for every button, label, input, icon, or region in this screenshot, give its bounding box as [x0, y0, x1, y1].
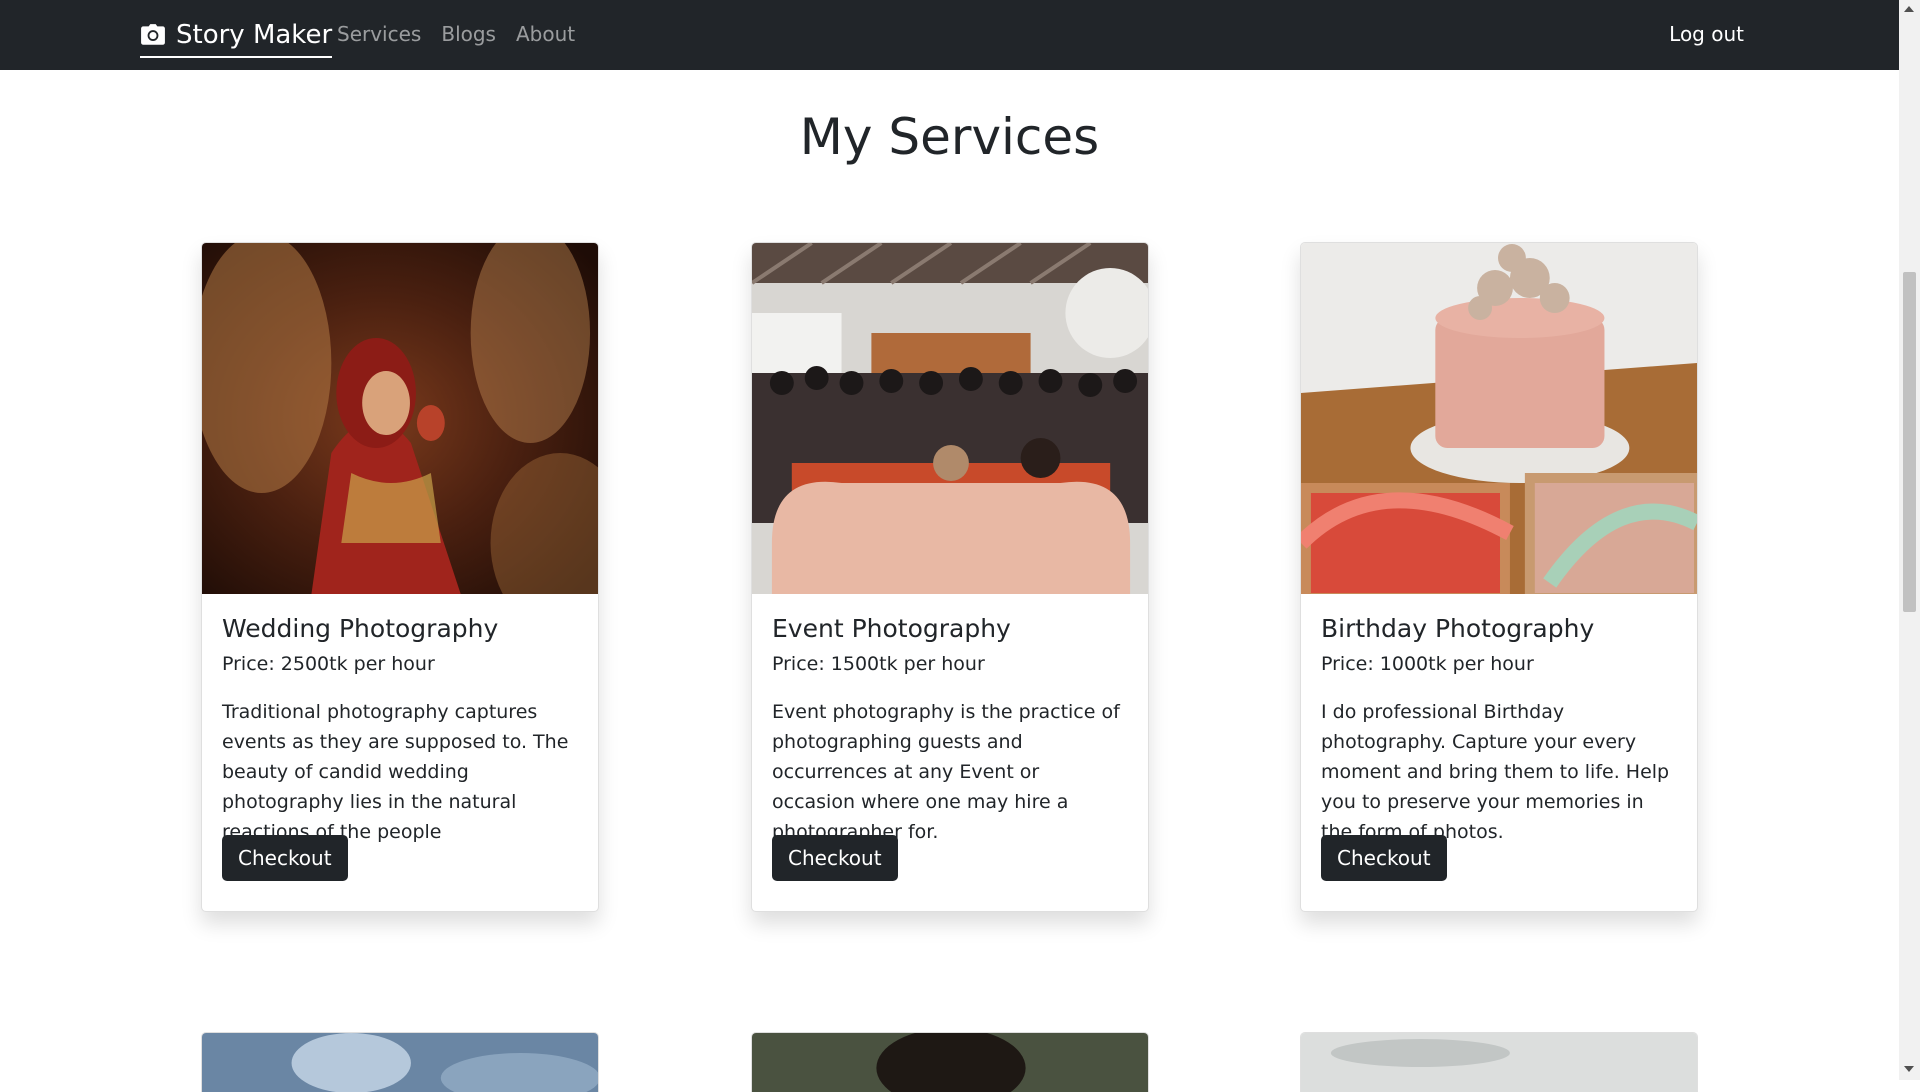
card-description: Traditional photography captures events …: [222, 701, 569, 843]
wedding-photo: [202, 243, 598, 594]
service-card-birthday: Birthday Photography Price: 1000tk per h…: [1300, 242, 1698, 912]
service-card-4: [201, 1032, 599, 1092]
checkout-button[interactable]: Checkout: [222, 835, 348, 881]
card-title: Event Photography: [772, 614, 1011, 643]
service-card-wedding: Wedding Photography Price: 2500tk per ho…: [201, 242, 599, 912]
card-price: Price: 2500tk per hour: [222, 653, 435, 675]
service-photo: [752, 1033, 1148, 1092]
scroll-down-icon[interactable]: [1904, 1066, 1914, 1072]
brand-link[interactable]: Story Maker: [140, 18, 333, 58]
logout-link[interactable]: Log out: [1669, 22, 1744, 46]
page-title: My Services: [799, 108, 1100, 166]
brand-label: Story Maker: [176, 20, 333, 50]
card-title: Birthday Photography: [1321, 614, 1595, 643]
camera-icon: [141, 24, 165, 45]
scroll-up-icon[interactable]: [1904, 6, 1914, 12]
nav-link-services[interactable]: Services: [337, 22, 421, 46]
service-photo: [202, 1033, 598, 1092]
nav-link-blogs[interactable]: Blogs: [441, 22, 496, 46]
birthday-photo: [1301, 243, 1697, 594]
service-photo: [1301, 1033, 1697, 1092]
scroll-thumb[interactable]: [1903, 272, 1916, 612]
nav-links: Services Blogs About: [337, 22, 575, 46]
checkout-button[interactable]: Checkout: [1321, 835, 1447, 881]
service-card-5: [751, 1032, 1149, 1092]
navbar: Story Maker Services Blogs About Log out: [0, 0, 1899, 70]
checkout-button[interactable]: Checkout: [772, 835, 898, 881]
nav-link-about[interactable]: About: [516, 22, 575, 46]
card-title: Wedding Photography: [222, 614, 499, 643]
card-description: I do professional Birthday photography. …: [1321, 701, 1670, 843]
card-price: Price: 1000tk per hour: [1321, 653, 1534, 675]
scrollbar[interactable]: [1899, 0, 1920, 1080]
event-photo: [752, 243, 1148, 594]
service-card-event: Event Photography Price: 1500tk per hour…: [751, 242, 1149, 912]
card-price: Price: 1500tk per hour: [772, 653, 985, 675]
service-card-6: [1300, 1032, 1698, 1092]
card-description: Event photography is the practice of pho…: [772, 701, 1120, 843]
